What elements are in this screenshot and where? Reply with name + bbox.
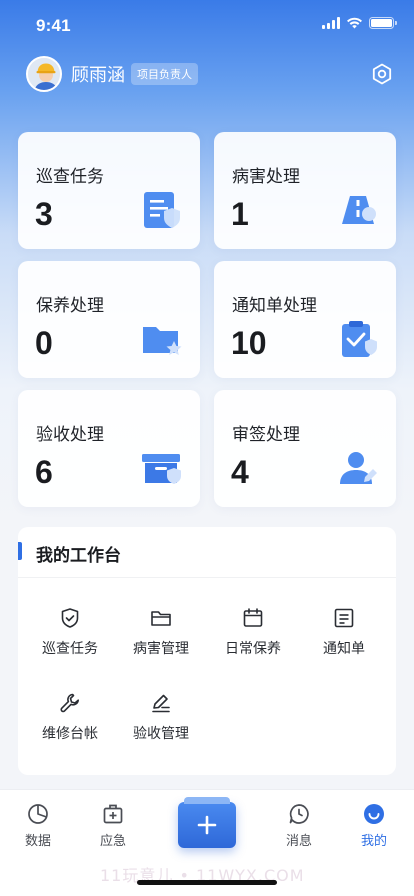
- status-bar: 9:41: [0, 0, 414, 48]
- workbench-panel: 我的工作台 巡查任务 病害管理 日常保养 通知单 维修台帐 验收管理: [18, 527, 396, 775]
- smile-icon: [364, 804, 384, 824]
- notice-icon: [334, 608, 354, 628]
- workbench-item-disease[interactable]: 病害管理: [115, 606, 207, 666]
- clipboard-check-icon: [342, 321, 377, 357]
- section-accent-bar: [18, 542, 22, 560]
- tab-label: 消息: [285, 834, 312, 849]
- card-maintenance-handling[interactable]: 保养处理 0: [18, 261, 200, 378]
- folder-star-icon: [143, 327, 182, 355]
- card-label: 巡查任务: [36, 167, 104, 187]
- wrench-icon: [60, 693, 79, 713]
- card-label: 验收处理: [36, 425, 104, 445]
- box-shield-icon: [142, 454, 181, 484]
- workbench-item-acceptance[interactable]: 验收管理: [115, 691, 207, 751]
- workbench-item-label: 日常保养: [225, 641, 281, 657]
- settings-icon[interactable]: [370, 62, 394, 86]
- first-aid-icon: [103, 804, 123, 824]
- tab-data[interactable]: 数据: [1, 790, 75, 856]
- card-count: 1: [231, 196, 249, 232]
- tab-mine[interactable]: 我的: [337, 790, 411, 856]
- status-time: 9:41: [36, 16, 71, 35]
- wifi-icon: [347, 17, 362, 29]
- card-count: 3: [35, 196, 53, 232]
- card-disease-handling[interactable]: 病害处理 1: [214, 132, 396, 249]
- battery-icon: [369, 17, 397, 29]
- folder-icon: [151, 611, 171, 626]
- workbench-item-label: 通知单: [323, 641, 365, 657]
- status-icons: [322, 17, 397, 29]
- card-count: 0: [35, 325, 53, 361]
- worker-avatar-icon: [28, 58, 60, 90]
- document-shield-icon: [144, 192, 180, 228]
- card-notice-handling[interactable]: 通知单处理 10: [214, 261, 396, 378]
- role-badge: 项目负责人: [131, 63, 198, 85]
- shield-check-icon: [61, 608, 79, 628]
- user-profile[interactable]: 顾雨涵 项目负责人: [26, 55, 198, 93]
- edit-icon: [152, 694, 170, 713]
- workbench-item-daily-maintenance[interactable]: 日常保养: [207, 606, 299, 666]
- tab-label: 数据: [24, 834, 51, 849]
- message-icon: [289, 804, 309, 824]
- workbench-item-repair-ledger[interactable]: 维修台帐: [24, 691, 116, 751]
- divider: [18, 577, 396, 578]
- card-patrol-task[interactable]: 巡查任务 3: [18, 132, 200, 249]
- avatar[interactable]: [26, 56, 62, 92]
- workbench-item-label: 维修台帐: [42, 726, 98, 742]
- tab-label: 应急: [99, 834, 126, 849]
- card-count: 6: [35, 454, 53, 490]
- workbench-item-label: 病害管理: [133, 641, 189, 657]
- card-count: 4: [231, 454, 249, 490]
- card-label: 审签处理: [232, 425, 300, 445]
- workbench-item-label: 巡查任务: [42, 641, 98, 657]
- user-name: 顾雨涵: [71, 65, 125, 86]
- card-review-sign[interactable]: 审签处理 4: [214, 390, 396, 507]
- workbench-title: 我的工作台: [36, 546, 121, 566]
- workbench-item-label: 验收管理: [133, 726, 189, 742]
- card-acceptance-handling[interactable]: 验收处理 6: [18, 390, 200, 507]
- add-button[interactable]: [178, 797, 236, 848]
- card-label: 通知单处理: [232, 296, 317, 316]
- card-label: 病害处理: [232, 167, 300, 187]
- card-count: 10: [231, 325, 267, 361]
- calendar-icon: [243, 608, 263, 627]
- plus-icon: [197, 815, 217, 835]
- workbench-item-notice[interactable]: 通知单: [298, 606, 390, 666]
- road-icon: [342, 196, 376, 224]
- tab-emergency[interactable]: 应急: [76, 790, 150, 856]
- user-edit-icon: [340, 452, 377, 484]
- tab-label: 我的: [360, 834, 387, 849]
- pie-chart-icon: [28, 804, 48, 824]
- tab-messages[interactable]: 消息: [262, 790, 336, 856]
- home-indicator: [137, 880, 277, 885]
- workbench-item-patrol[interactable]: 巡查任务: [24, 606, 116, 666]
- card-label: 保养处理: [36, 296, 104, 316]
- signal-icon: [322, 17, 340, 29]
